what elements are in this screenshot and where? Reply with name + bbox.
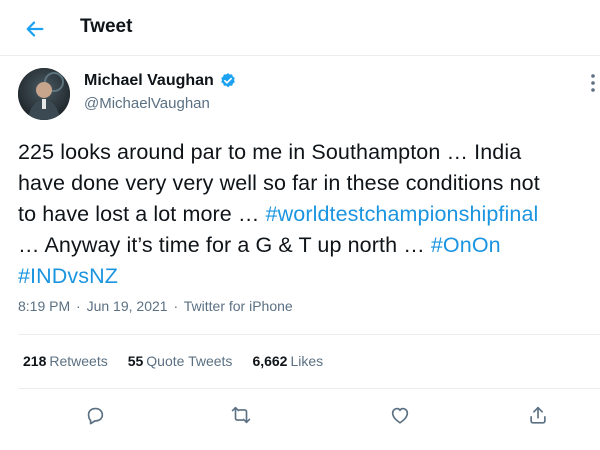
tweet-meta: 8:19 PM · Jun 19, 2021 · Twitter for iPh… bbox=[18, 298, 293, 314]
verified-badge-icon bbox=[221, 73, 235, 88]
quote-tweets-stat[interactable]: 55 Quote Tweets bbox=[128, 353, 233, 369]
like-button[interactable] bbox=[380, 395, 420, 435]
avatar-image bbox=[18, 68, 70, 120]
tweet-text-line: have done very very well so far in these… bbox=[18, 168, 598, 199]
like-icon bbox=[391, 407, 409, 424]
share-button[interactable] bbox=[518, 395, 558, 435]
hashtag-link[interactable]: #INDvsNZ bbox=[18, 264, 118, 288]
tweet-text-segment: … Anyway it’s time for a G & T up north … bbox=[18, 233, 431, 257]
back-button[interactable] bbox=[20, 14, 50, 44]
avatar[interactable] bbox=[18, 68, 70, 120]
retweets-stat[interactable]: 218 Retweets bbox=[23, 353, 108, 369]
page-title: Tweet bbox=[80, 16, 133, 37]
more-options-button[interactable] bbox=[586, 66, 600, 106]
engagement-stats: 218 Retweets 55 Quote Tweets 6,662 Likes bbox=[23, 353, 323, 369]
likes-count: 6,662 bbox=[252, 353, 288, 369]
meta-separator: · bbox=[76, 298, 81, 314]
likes-stat[interactable]: 6,662 Likes bbox=[252, 353, 323, 369]
hashtag-link[interactable]: #worldtestchampionshipfinal bbox=[266, 202, 539, 226]
retweets-count: 218 bbox=[23, 353, 47, 369]
tweet-actions bbox=[0, 395, 600, 435]
reply-icon bbox=[87, 407, 104, 425]
meta-separator: · bbox=[173, 298, 179, 314]
tweet-source[interactable]: Twitter for iPhone bbox=[184, 298, 293, 314]
reply-button[interactable] bbox=[75, 395, 115, 435]
author-name-row: Michael Vaughan bbox=[84, 72, 237, 90]
tweet-text-line: 225 looks around par to me in Southampto… bbox=[18, 137, 598, 168]
likes-label: Likes bbox=[290, 353, 324, 369]
author-display-name[interactable]: Michael Vaughan bbox=[84, 72, 214, 90]
retweet-icon bbox=[231, 406, 251, 424]
tweet-text-line: to have lost a lot more … #worldtestcham… bbox=[18, 199, 598, 230]
retweets-label: Retweets bbox=[49, 353, 108, 369]
tweet-text: 225 looks around par to me in Southampto… bbox=[18, 137, 598, 292]
tweet-text-segment: have done very very well so far in these… bbox=[18, 171, 540, 195]
quote-tweets-count: 55 bbox=[127, 353, 144, 369]
more-icon bbox=[591, 74, 595, 92]
quote-tweets-label: Quote Tweets bbox=[146, 353, 233, 369]
hashtag-link[interactable]: #OnOn bbox=[431, 233, 501, 257]
back-arrow-icon bbox=[26, 21, 44, 37]
tweet-time[interactable]: 8:19 PM bbox=[18, 298, 70, 314]
tweet-text-segment: to have lost a lot more … bbox=[18, 202, 266, 226]
tweet-date[interactable]: Jun 19, 2021 bbox=[87, 298, 168, 314]
author-handle[interactable]: @MichaelVaughan bbox=[84, 95, 210, 112]
tweet-text-line: #INDvsNZ bbox=[18, 261, 598, 292]
tweet-text-line: … Anyway it’s time for a G & T up north … bbox=[18, 230, 598, 261]
retweet-button[interactable] bbox=[221, 395, 261, 435]
divider bbox=[18, 388, 600, 389]
page-header: Tweet bbox=[0, 0, 600, 56]
share-icon bbox=[530, 406, 546, 424]
divider bbox=[18, 334, 600, 335]
tweet-text-segment: 225 looks around par to me in Southampto… bbox=[18, 140, 522, 164]
